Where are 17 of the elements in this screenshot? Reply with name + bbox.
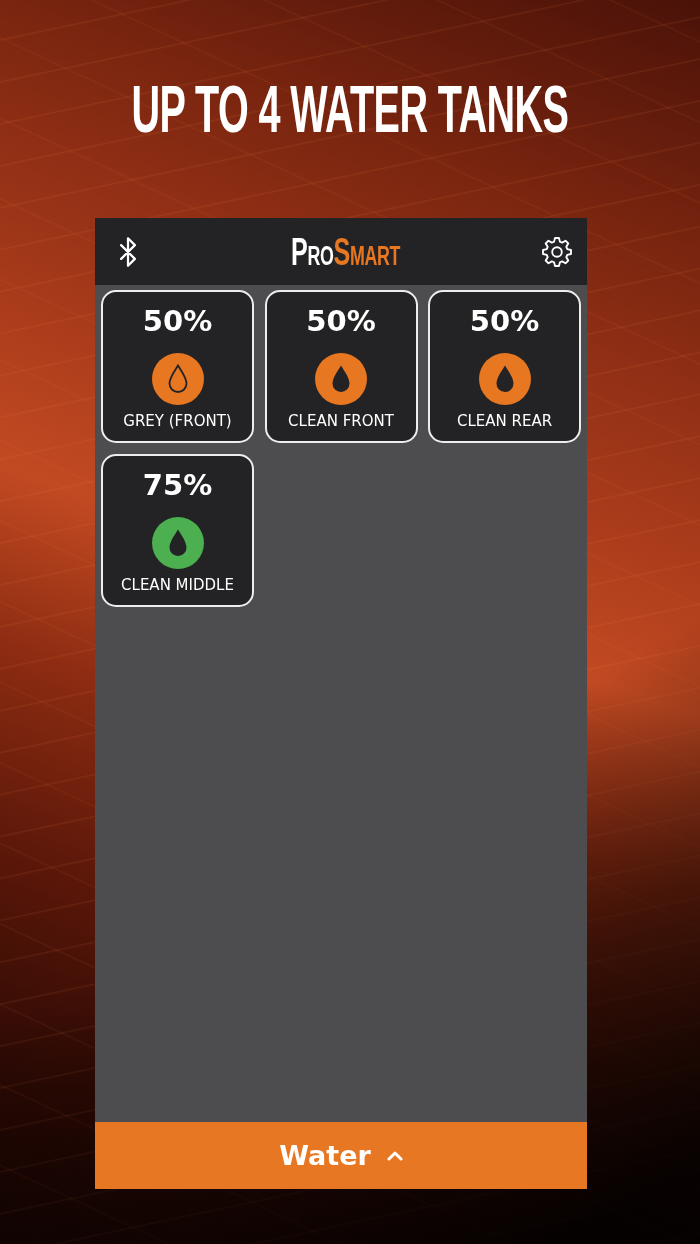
tank-level-text: 50% (142, 304, 213, 338)
tank-level-text: 75% (142, 468, 213, 502)
tank-name: CLEAN FRONT (288, 411, 394, 431)
bluetooth-icon[interactable] (119, 236, 137, 267)
tank-tile[interactable]: 50% CLEAN FRONT (264, 290, 418, 443)
settings-icon[interactable] (541, 235, 573, 268)
tank-tile[interactable]: 75% CLEAN MIDDLE (101, 454, 254, 607)
tank-name: CLEAN MIDDLE (121, 575, 234, 595)
caret-icon (386, 1150, 403, 1161)
tank-tile[interactable]: 50% CLEAN REAR (428, 290, 581, 443)
tank-name: GREY (FRONT) (123, 411, 232, 431)
tank-name: CLEAN REAR (456, 411, 553, 431)
tank-level-text: 50% (306, 304, 376, 338)
logo-text: ProSmart (291, 231, 401, 272)
tank-tile[interactable]: 50% GREY (FRONT) (101, 290, 254, 443)
headline: UP TO 4 WATER TANKS (131, 74, 569, 144)
tank-level-text: 50% (469, 304, 540, 338)
